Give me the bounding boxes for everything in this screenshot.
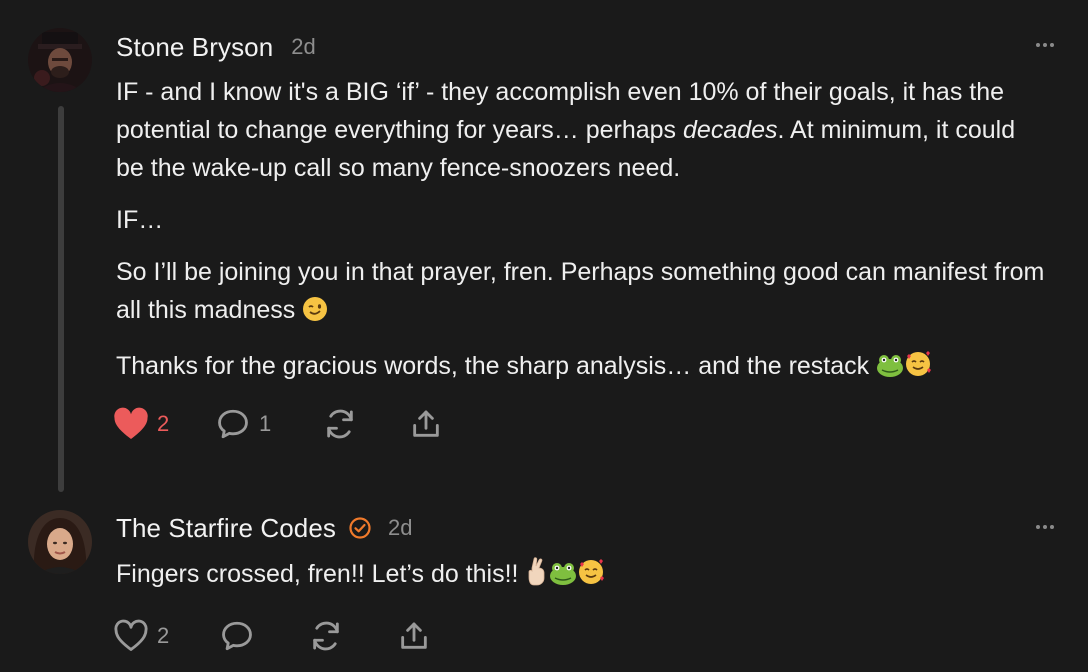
share-button[interactable] [409,404,443,444]
timestamp[interactable]: 2d [291,34,315,60]
comment-body: Fingers crossed, fren!! Let’s do this!! [116,555,1046,611]
emphasis-text: decades [683,116,778,144]
reply-button[interactable] [219,616,255,656]
comment-paragraph: IF - and I know it's a BIG ‘if’ - they a… [116,73,1046,187]
author-name[interactable]: Stone Bryson [116,32,273,63]
paragraph-text: IF… [116,206,164,234]
reply-count: 1 [259,411,272,436]
more-options-button[interactable] [1036,525,1054,529]
like-button[interactable]: 2 [113,404,169,444]
avatar[interactable] [28,510,92,574]
smiling-face-with-hearts-icon [904,350,932,389]
like-count: 2 [157,623,170,648]
comment-paragraph: Thanks for the gracious words, the sharp… [116,347,1046,389]
comment-body: IF - and I know it's a BIG ‘if’ - they a… [116,73,1046,403]
restack-button[interactable] [323,404,357,444]
frog-face-icon [876,351,904,389]
paragraph-text: Thanks for the gracious words, the sharp… [116,352,870,380]
timestamp[interactable]: 2d [388,515,412,541]
thread-line [58,106,64,492]
restack-button[interactable] [309,616,343,656]
comment-icon [215,407,251,441]
heart-outline-icon [113,619,149,653]
crossed-fingers-icon [525,556,549,597]
comment-actions: 2 [113,616,473,656]
comment-header: The Starfire Codes 2d [116,511,413,545]
paragraph-text: Fingers crossed, fren!! Let’s do this!! [116,560,519,588]
comment-paragraph: IF… [116,201,1046,239]
avatar[interactable] [28,28,92,92]
restack-icon [323,407,357,441]
heart-icon [113,407,149,441]
comment-header: Stone Bryson 2d [116,30,316,64]
verified-badge-icon [348,516,372,540]
more-options-button[interactable] [1036,43,1054,47]
share-icon [397,619,431,653]
like-button[interactable]: 2 [113,616,169,656]
like-count: 2 [157,411,170,436]
comment-paragraph: So I’ll be joining you in that prayer, f… [116,253,1046,333]
reply-button[interactable]: 1 [215,404,271,444]
author-name[interactable]: The Starfire Codes [116,513,336,544]
share-icon [409,407,443,441]
comment-actions: 2 1 [113,404,473,444]
smiling-face-with-hearts-icon [577,558,605,597]
frog-face-icon [549,559,577,597]
restack-icon [309,619,343,653]
comment-icon [219,619,255,653]
comment-paragraph: Fingers crossed, fren!! Let’s do this!! [116,555,1046,597]
paragraph-text: So I’ll be joining you in that prayer, f… [116,258,1045,324]
share-button[interactable] [397,616,431,656]
winking-face-icon [302,295,328,333]
